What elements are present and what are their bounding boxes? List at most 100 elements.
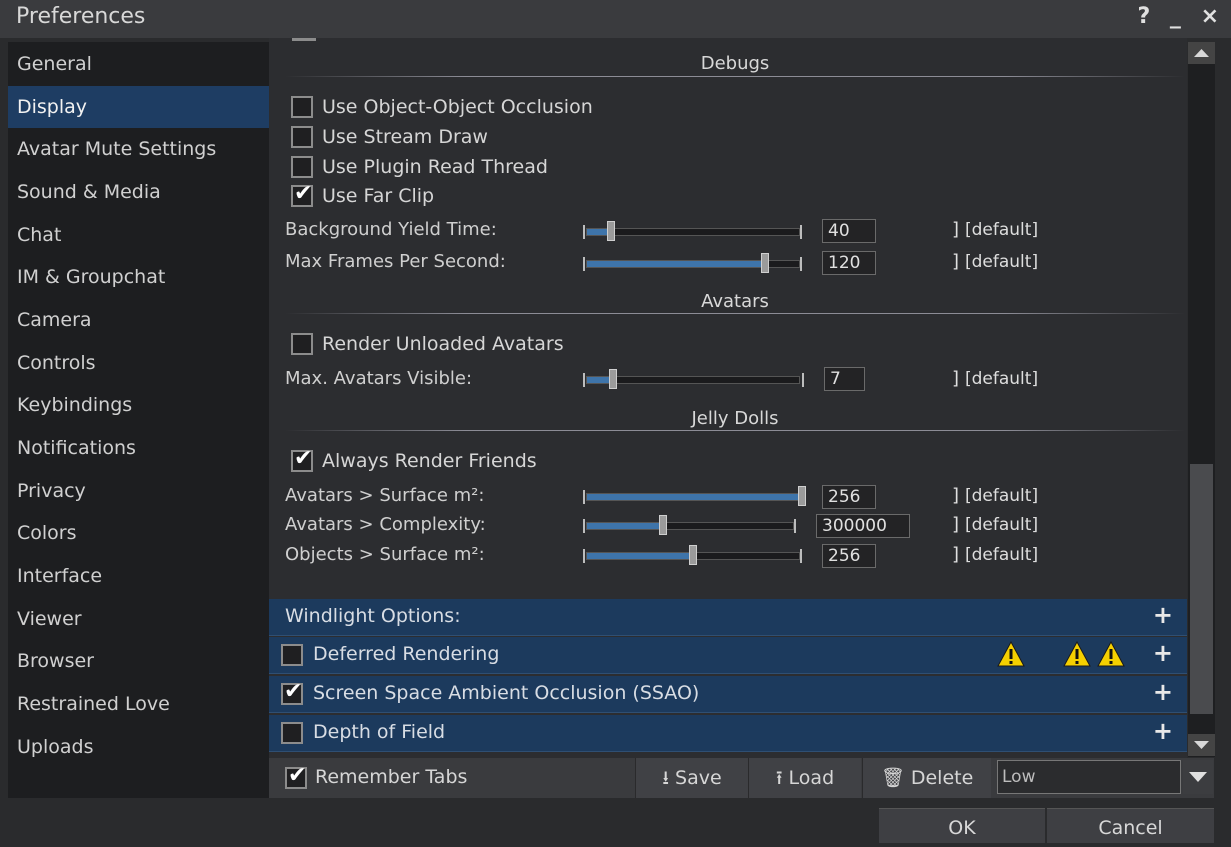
slider-tick [583,490,585,504]
minimize-icon[interactable]: _ [1170,4,1181,29]
slider-fill-objects-surface [587,553,693,559]
sidebar-item-controls[interactable]: Controls [8,342,269,384]
slider-tick [583,257,585,271]
sidebar-item-restrained-love[interactable]: Restrained Love [8,683,269,725]
checkbox-label-far-clip: Use Far Clip [322,185,435,207]
section-divider [285,313,1185,314]
slider-label-max-avatars: Max. Avatars Visible: [285,368,473,389]
input-bg-yield[interactable]: 40 [822,219,876,243]
checkbox-always-render-friends[interactable] [291,446,313,472]
checkbox-far-clip[interactable] [291,181,313,207]
slider-track-max-avatars[interactable] [586,376,800,384]
default-link-avatars-complexity[interactable]: [default] [965,515,1038,535]
slider-thumb-max-avatars[interactable] [609,369,617,389]
checkbox-label-render-unloaded: Render Unloaded Avatars [322,333,564,355]
slider-track-avatars-complexity[interactable] [586,522,794,530]
expand-plus-icon[interactable]: + [1153,601,1173,629]
slider-tick [800,225,802,239]
accordion-ssao[interactable]: Screen Space Ambient Occlusion (SSAO) + [269,676,1187,713]
accordion-depth-of-field[interactable]: Depth of Field + [269,715,1187,752]
slider-label-bg-yield: Background Yield Time: [285,219,497,240]
checkbox-label-plugin-read-thread: Use Plugin Read Thread [322,156,548,178]
window-title: Preferences [16,4,146,29]
slider-tick [800,257,802,271]
sidebar-item-keybindings[interactable]: Keybindings [8,384,269,426]
checkbox-label-stream-draw: Use Stream Draw [322,126,488,148]
sidebar-item-uploads[interactable]: Uploads [8,726,269,768]
default-link-bg-yield[interactable]: [default] [965,220,1038,240]
delete-button[interactable]: 🗑 Delete [862,758,991,798]
sidebar-item-sound-media[interactable]: Sound & Media [8,171,269,213]
sidebar-item-general[interactable]: General [8,43,269,85]
default-link-objects-surface[interactable]: [default] [965,545,1038,565]
default-link-max-fps[interactable]: [default] [965,252,1038,272]
slider-track-bg-yield[interactable] [586,228,800,236]
slider-thumb-avatars-complexity[interactable] [659,515,667,535]
slider-tick [583,373,585,387]
slider-tick [583,549,585,563]
help-icon[interactable]: ? [1137,4,1150,29]
input-max-avatars[interactable]: 7 [824,367,865,391]
sidebar-item-browser[interactable]: Browser [8,640,269,682]
sidebar-item-viewer[interactable]: Viewer [8,598,269,640]
checkbox-label-always-render-friends: Always Render Friends [322,450,537,472]
warning-icon [997,641,1025,667]
bracket: ] [952,251,960,272]
checkbox-plugin-read-thread[interactable] [291,156,313,178]
accordion-label-windlight: Windlight Options: [285,605,461,627]
slider-tick [802,373,804,387]
ok-button[interactable]: OK [879,808,1045,843]
accordion-windlight-options[interactable]: Windlight Options: + [269,599,1187,636]
slider-thumb-objects-surface[interactable] [689,545,697,565]
checkbox-occlusion[interactable] [291,96,313,118]
load-button[interactable]: ⭱ Load [748,758,861,798]
preset-toolbar: Remember Tabs ⭳ Save ⭱ Load 🗑 Delete Low [269,758,1214,798]
scroll-thumb[interactable] [1190,464,1213,714]
sidebar-item-interface[interactable]: Interface [8,555,269,597]
checkbox-deferred-rendering[interactable] [281,644,303,666]
input-avatars-surface[interactable]: 256 [822,485,876,509]
preset-combo-input[interactable]: Low [997,760,1181,794]
scroll-up-button[interactable] [1188,42,1215,64]
default-link-max-avatars[interactable]: [default] [965,369,1038,389]
checkbox-ssao[interactable] [281,679,303,705]
sidebar-item-privacy[interactable]: Privacy [8,470,269,512]
accordion-label-dof: Depth of Field [313,721,446,743]
accordion-label-ssao: Screen Space Ambient Occlusion (SSAO) [313,682,700,704]
accordion-deferred-rendering[interactable]: Deferred Rendering + [269,637,1187,674]
input-objects-surface[interactable]: 256 [822,544,876,568]
cancel-button[interactable]: Cancel [1047,808,1214,843]
sidebar-item-colors[interactable]: Colors [8,512,269,554]
arrow-down-icon [1194,741,1209,749]
checkbox-depth-of-field[interactable] [281,722,303,744]
warning-icon [1063,641,1091,667]
expand-plus-icon[interactable]: + [1153,678,1173,706]
slider-thumb-avatars-surface[interactable] [798,486,806,506]
chevron-down-icon[interactable] [1183,760,1213,794]
slider-label-max-fps: Max Frames Per Second: [285,251,506,272]
sidebar-item-camera[interactable]: Camera [8,299,269,341]
slider-thumb-max-fps[interactable] [761,253,769,273]
scrollbar[interactable] [1188,42,1215,757]
sidebar-item-avatar-mute-settings[interactable]: Avatar Mute Settings [8,128,269,170]
sidebar-item-chat[interactable]: Chat [8,214,269,256]
checkbox-stream-draw[interactable] [291,126,313,148]
input-avatars-complexity[interactable]: 300000 [816,514,910,538]
sidebar-item-display[interactable]: Display [8,86,269,128]
expand-plus-icon[interactable]: + [1153,717,1173,745]
scroll-down-button[interactable] [1188,734,1215,756]
bracket: ] [952,544,960,565]
section-title-debugs: Debugs [700,53,770,74]
checkbox-remember-tabs[interactable] [285,763,307,789]
input-max-fps[interactable]: 120 [822,251,876,275]
sidebar-item-im-groupchat[interactable]: IM & Groupchat [8,256,269,298]
expand-plus-icon[interactable]: + [1153,639,1173,667]
clipped-checkbox [292,38,316,41]
checkbox-render-unloaded-avatars[interactable] [291,333,313,355]
slider-thumb-bg-yield[interactable] [607,221,615,241]
slider-track-avatars-surface[interactable] [586,493,800,501]
close-icon[interactable]: × [1201,4,1219,29]
save-button[interactable]: ⭳ Save [635,758,748,798]
sidebar-item-notifications[interactable]: Notifications [8,427,269,469]
default-link-avatars-surface[interactable]: [default] [965,486,1038,506]
